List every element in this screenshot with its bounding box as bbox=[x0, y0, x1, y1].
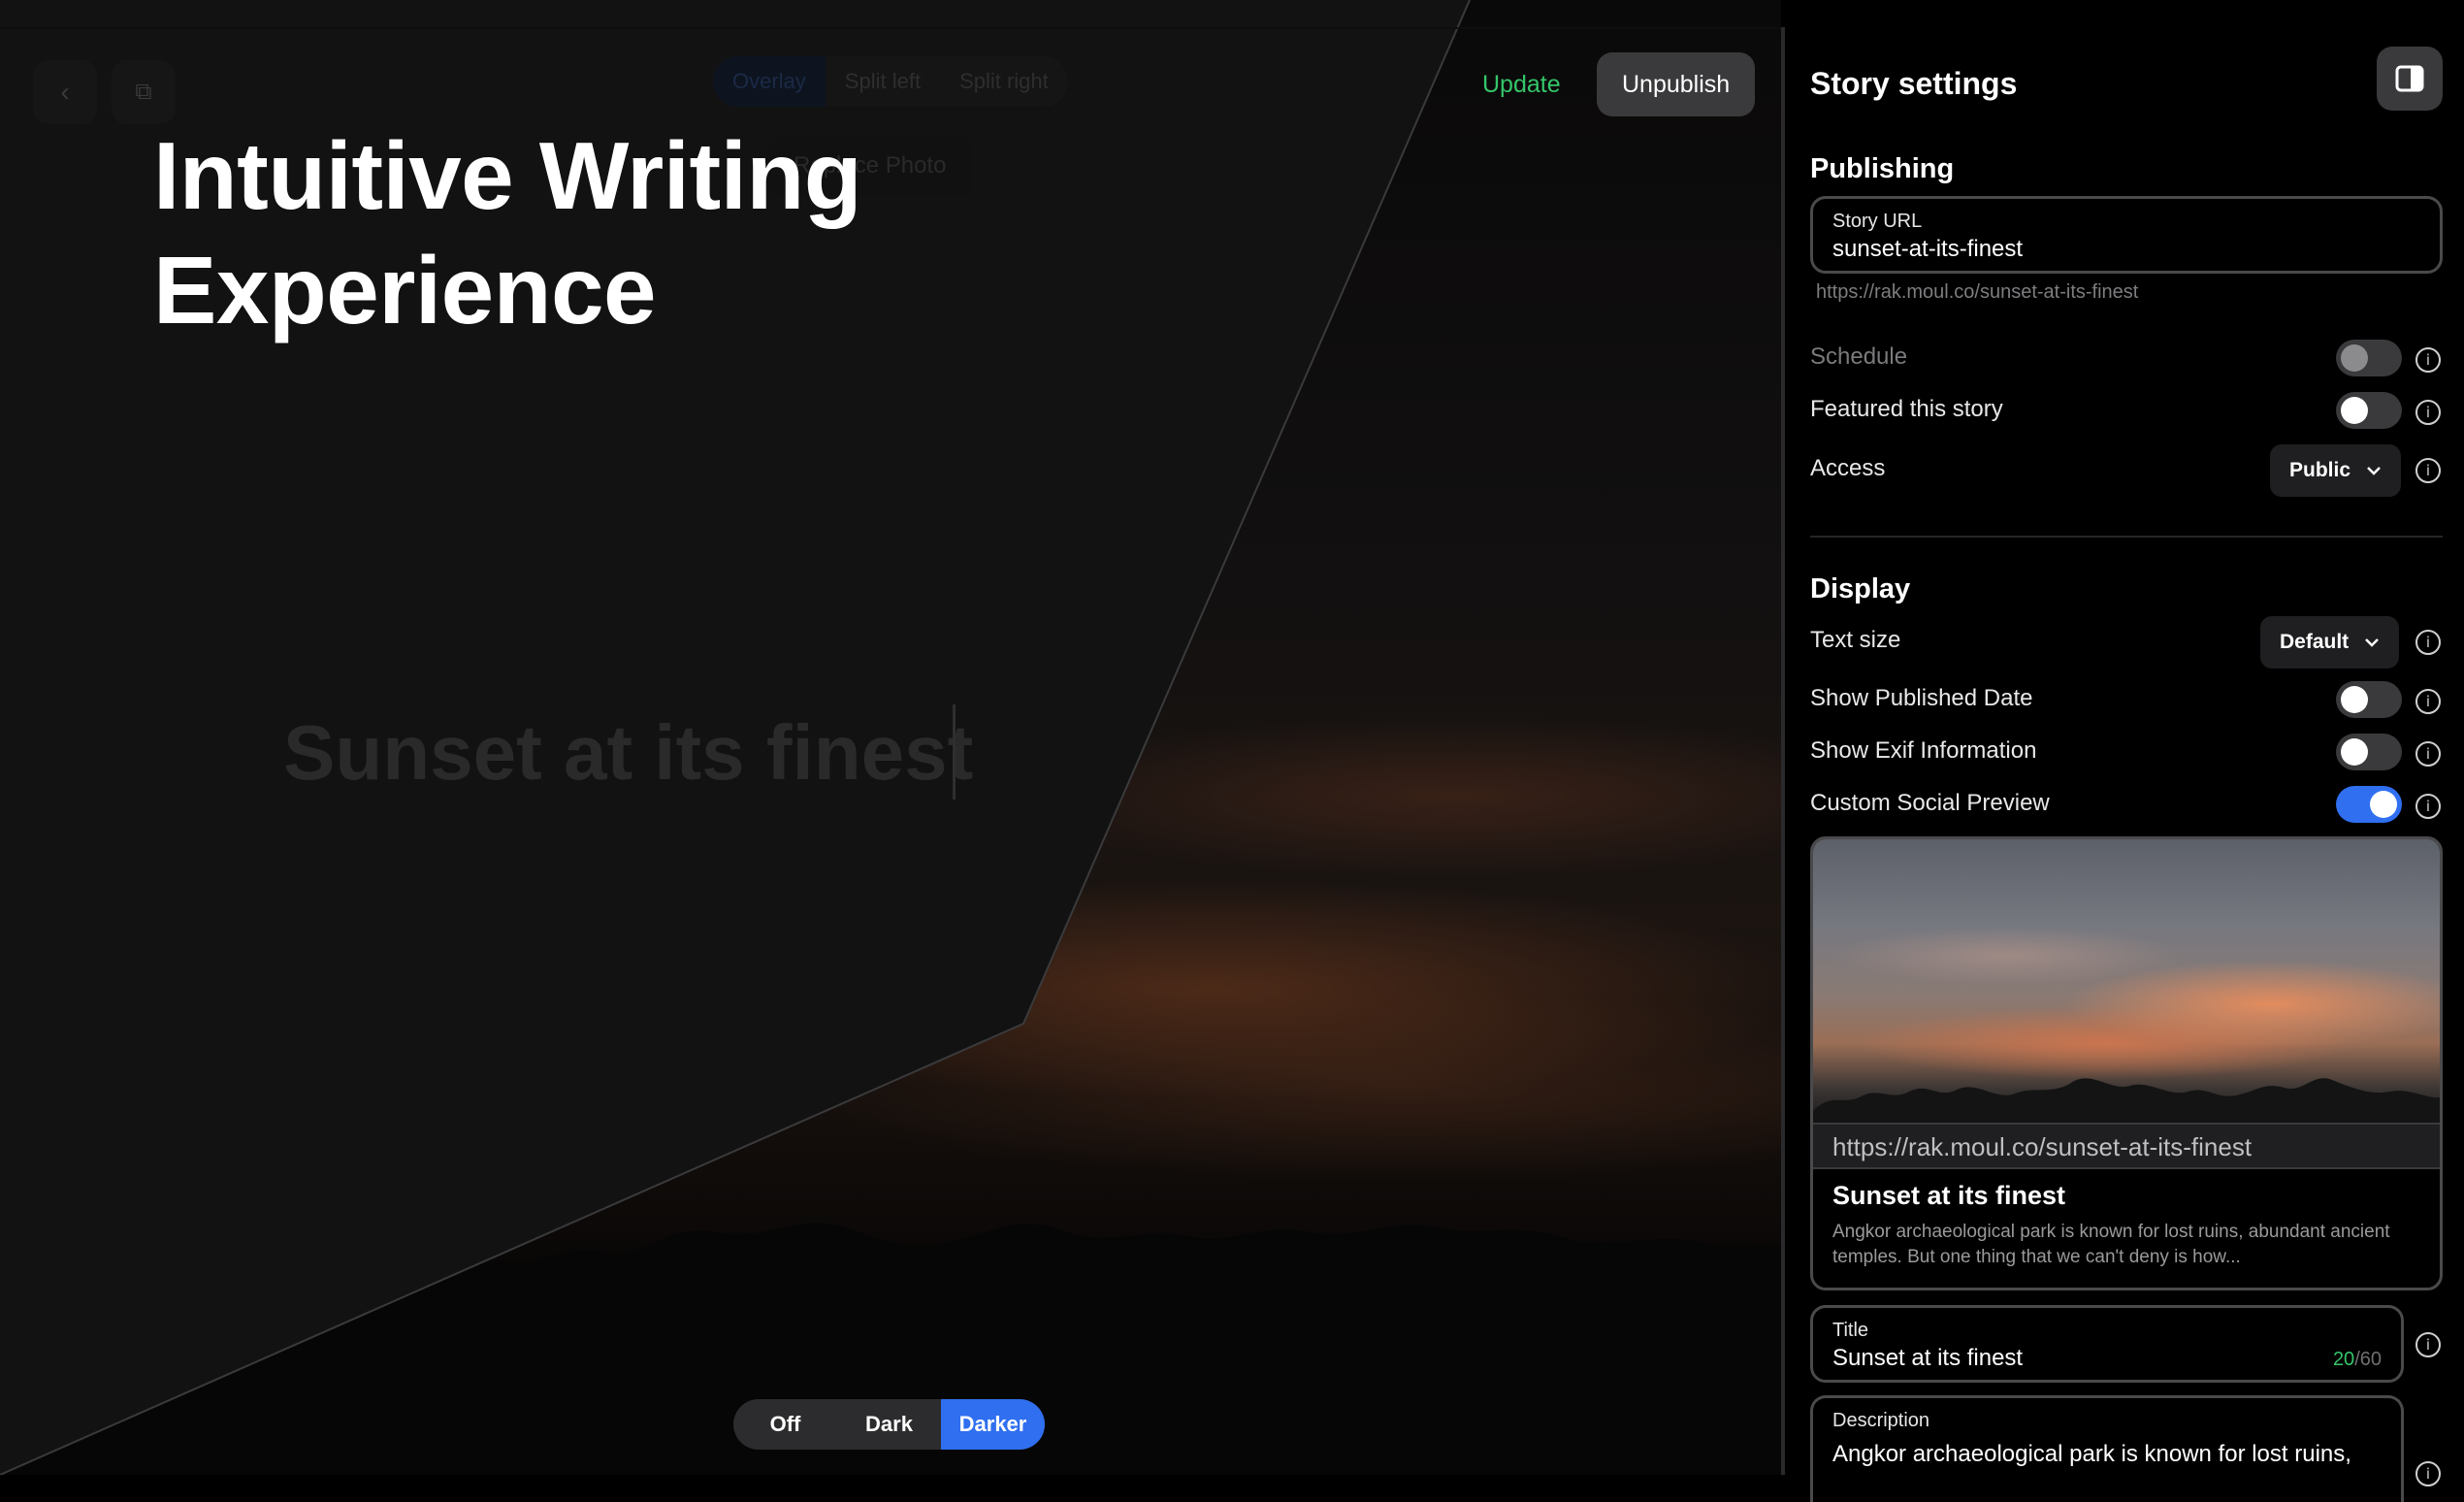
story-title-input[interactable]: Sunset at its finest bbox=[283, 708, 973, 798]
toggle-knob bbox=[2370, 791, 2397, 818]
social-description-field[interactable]: Description Angkor archaeological park i… bbox=[1810, 1395, 2404, 1502]
published-date-label: Show Published Date bbox=[1810, 685, 2033, 711]
layout-option-overlay[interactable]: Overlay bbox=[713, 56, 826, 107]
chevron-down-icon bbox=[2367, 467, 2381, 475]
story-settings-panel: Story settings Publishing Story URL suns… bbox=[1781, 27, 2464, 1502]
access-dropdown[interactable]: Public bbox=[2270, 444, 2402, 497]
story-url-label: Story URL bbox=[1832, 211, 1923, 232]
publishing-heading: Publishing bbox=[1810, 153, 1955, 184]
editor-stage: ‹ ⧉ Overlay Split left Split right Repla… bbox=[0, 0, 1781, 1475]
overlay-dim-control[interactable]: Off Dark Darker bbox=[733, 1399, 1045, 1450]
toggle-knob bbox=[2341, 686, 2368, 713]
social-preview-title: Sunset at its finest bbox=[1832, 1181, 2066, 1210]
social-preview-image[interactable] bbox=[1813, 839, 2440, 1123]
schedule-label: Schedule bbox=[1810, 343, 1908, 370]
display-heading: Display bbox=[1810, 573, 1911, 604]
social-description-label: Description bbox=[1832, 1410, 1930, 1431]
schedule-toggle[interactable] bbox=[2336, 340, 2402, 376]
social-description-value[interactable]: Angkor archaeological park is known for … bbox=[1832, 1441, 2351, 1468]
text-size-label: Text size bbox=[1810, 627, 1901, 653]
featured-label: Featured this story bbox=[1810, 396, 2003, 422]
info-icon[interactable]: i bbox=[2415, 1461, 2441, 1486]
text-size-value: Default bbox=[2280, 631, 2350, 653]
preview-tree-silhouette bbox=[1813, 1078, 2440, 1123]
title-char-counter: 20/60 bbox=[2332, 1349, 2382, 1370]
social-title-value[interactable]: Sunset at its finest bbox=[1832, 1345, 2023, 1372]
layout-option-split-right[interactable]: Split right bbox=[940, 56, 1068, 107]
chevron-left-icon: ‹ bbox=[60, 77, 70, 107]
info-icon[interactable]: i bbox=[2415, 458, 2441, 483]
story-url-hint: https://rak.moul.co/sunset-at-its-finest bbox=[1816, 281, 2139, 303]
social-title-field[interactable]: Title Sunset at its finest 20/60 bbox=[1810, 1305, 2404, 1383]
published-date-toggle[interactable] bbox=[2336, 681, 2402, 718]
panel-title: Story settings bbox=[1810, 66, 2018, 101]
toggle-knob bbox=[2341, 738, 2368, 766]
layout-segmented-control[interactable]: Overlay Split left Split right bbox=[713, 56, 1068, 107]
top-divider bbox=[0, 27, 1781, 29]
update-button[interactable]: Update bbox=[1465, 52, 1578, 116]
access-value: Public bbox=[2289, 459, 2351, 481]
section-divider bbox=[1810, 536, 2443, 538]
social-preview-label: Custom Social Preview bbox=[1810, 790, 2050, 816]
exif-toggle[interactable] bbox=[2336, 734, 2402, 770]
dim-option-darker[interactable]: Darker bbox=[941, 1399, 1045, 1450]
chevron-down-icon bbox=[2365, 638, 2380, 647]
info-icon[interactable]: i bbox=[2415, 741, 2441, 767]
hero-title: Intuitive Writing Experience bbox=[153, 118, 1026, 347]
back-button[interactable]: ‹ bbox=[33, 60, 97, 124]
hero-title-line-2: Experience bbox=[153, 237, 656, 343]
open-external-button[interactable]: ⧉ bbox=[112, 60, 176, 124]
access-label: Access bbox=[1810, 455, 1886, 481]
featured-toggle[interactable] bbox=[2336, 392, 2402, 429]
info-icon[interactable]: i bbox=[2415, 689, 2441, 714]
social-preview-description: Angkor archaeological park is known for … bbox=[1832, 1222, 2390, 1267]
hero-title-line-1: Intuitive Writing bbox=[153, 122, 862, 229]
exif-label: Show Exif Information bbox=[1810, 737, 2037, 764]
unpublish-button[interactable]: Unpublish bbox=[1597, 52, 1756, 116]
social-preview-url: https://rak.moul.co/sunset-at-its-finest bbox=[1832, 1132, 2253, 1161]
toggle-knob bbox=[2341, 397, 2368, 424]
story-url-value[interactable]: sunset-at-its-finest bbox=[1832, 236, 2023, 263]
info-icon[interactable]: i bbox=[2415, 794, 2441, 819]
text-caret bbox=[953, 704, 956, 800]
toggle-sidebar-button[interactable] bbox=[2377, 47, 2443, 111]
layout-option-split-left[interactable]: Split left bbox=[826, 56, 940, 107]
external-link-icon: ⧉ bbox=[135, 79, 152, 105]
info-icon[interactable]: i bbox=[2415, 400, 2441, 425]
dim-option-off[interactable]: Off bbox=[733, 1399, 837, 1450]
info-icon[interactable]: i bbox=[2415, 630, 2441, 655]
info-icon[interactable]: i bbox=[2415, 1332, 2441, 1357]
social-preview-card[interactable]: https://rak.moul.co/sunset-at-its-finest… bbox=[1810, 836, 2443, 1290]
story-url-field[interactable]: Story URL sunset-at-its-finest bbox=[1810, 196, 2443, 274]
social-title-label: Title bbox=[1832, 1320, 1869, 1341]
dim-option-dark[interactable]: Dark bbox=[837, 1399, 941, 1450]
text-size-dropdown[interactable]: Default bbox=[2260, 616, 2400, 669]
social-preview-url-bar: https://rak.moul.co/sunset-at-its-finest bbox=[1813, 1123, 2440, 1169]
sidebar-icon bbox=[2395, 65, 2424, 92]
toggle-knob bbox=[2341, 344, 2368, 372]
info-icon[interactable]: i bbox=[2415, 347, 2441, 373]
social-preview-toggle[interactable] bbox=[2336, 786, 2402, 823]
